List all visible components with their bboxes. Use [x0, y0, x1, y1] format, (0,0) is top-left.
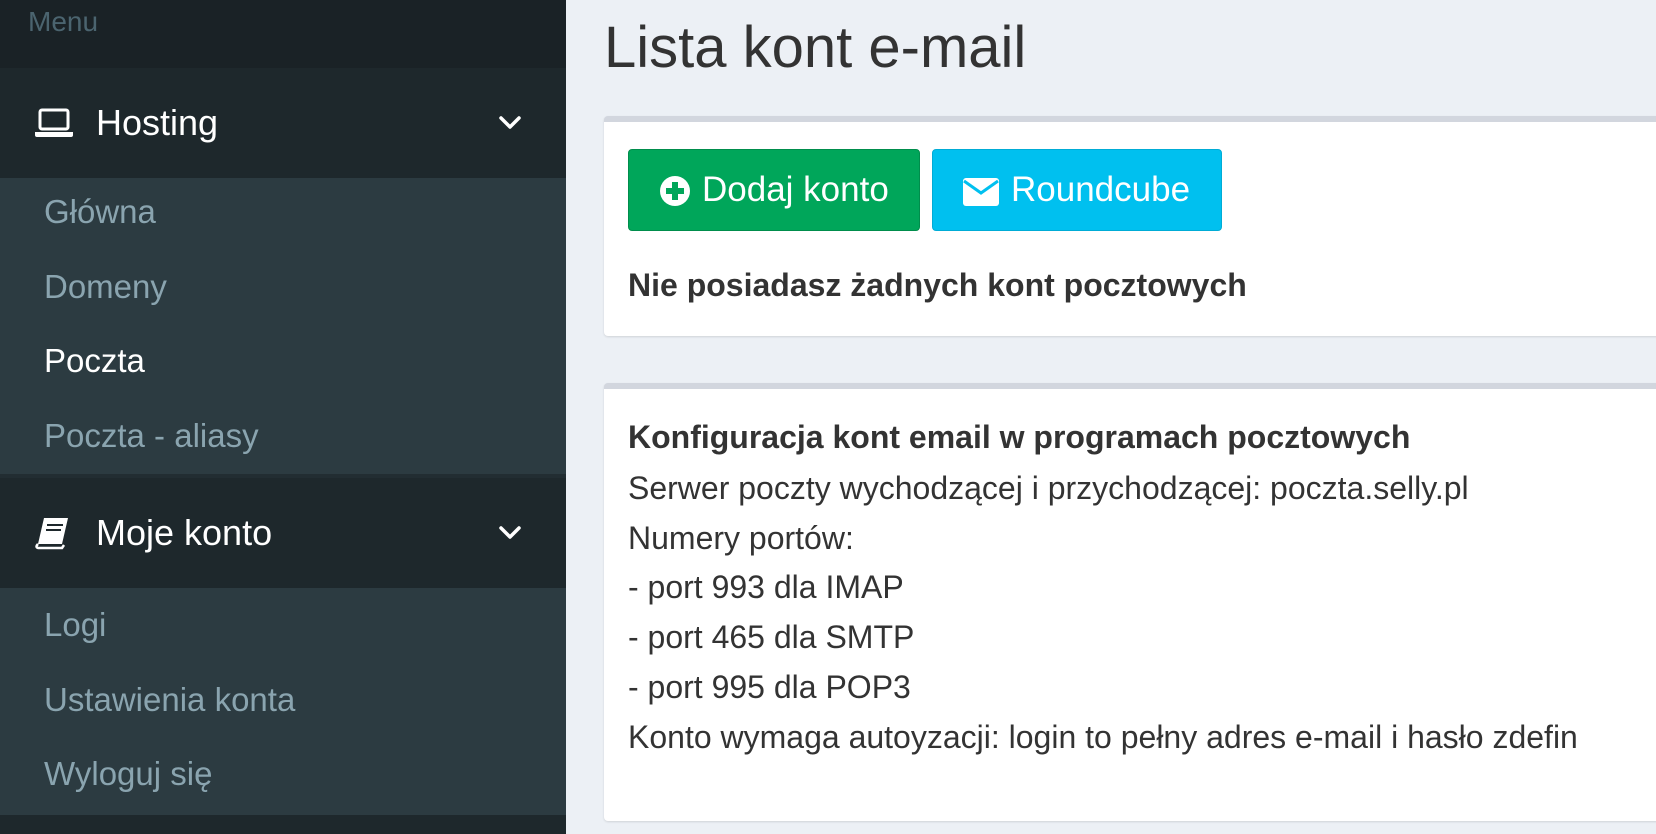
- sidebar-item-poczta[interactable]: Poczta: [44, 342, 145, 380]
- submenu-moje-konto: Logi Ustawienia konta Wyloguj się: [0, 588, 566, 815]
- plus-circle-icon: [660, 176, 690, 206]
- submenu-hosting: Główna Domeny Poczta Poczta - aliasy: [0, 178, 566, 474]
- config-line-imap: - port 993 dla IMAP: [628, 569, 904, 605]
- menu-header-label: Menu: [28, 6, 99, 37]
- no-accounts-message: Nie posiadasz żadnych kont pocztowych: [628, 267, 1247, 303]
- sidebar-item-poczta-aliasy[interactable]: Poczta - aliasy: [44, 417, 259, 455]
- roundcube-button[interactable]: Roundcube: [932, 149, 1222, 231]
- envelope-icon: [963, 178, 999, 206]
- sidebar-section-label: Moje konto: [96, 512, 273, 553]
- sidebar-item-wyloguj[interactable]: Wyloguj się: [44, 755, 212, 793]
- sidebar-section-moje-konto[interactable]: Moje konto: [0, 478, 566, 588]
- config-box: Konfiguracja kont email w programach poc…: [604, 383, 1656, 821]
- config-title: Konfiguracja kont email w programach poc…: [628, 419, 1411, 455]
- config-line-auth: Konto wymaga autoyzacji: login to pełny …: [628, 719, 1578, 755]
- add-account-button[interactable]: Dodaj konto: [628, 149, 920, 231]
- add-account-label: Dodaj konto: [702, 170, 889, 209]
- config-line-server: Serwer poczty wychodzącej i przychodzące…: [628, 470, 1469, 506]
- book-icon: [35, 518, 68, 550]
- config-line-ports-header: Numery portów:: [628, 520, 854, 556]
- chevron-down-icon: [499, 116, 521, 129]
- sidebar-footer: [0, 815, 566, 834]
- accounts-box: Dodaj konto Roundcube Nie posiadasz żadn…: [604, 116, 1656, 336]
- sidebar-item-glowna[interactable]: Główna: [44, 193, 156, 231]
- page-title: Lista kont e-mail: [604, 15, 1027, 80]
- menu-header: Menu: [0, 0, 566, 68]
- sidebar-item-ustawienia-konta[interactable]: Ustawienia konta: [44, 681, 295, 719]
- config-line-pop3: - port 995 dla POP3: [628, 669, 911, 705]
- sidebar: Menu Hosting Główna Domeny Poczta Poczta…: [0, 0, 566, 834]
- sidebar-item-logi[interactable]: Logi: [44, 606, 106, 644]
- sidebar-section-label: Hosting: [96, 102, 219, 143]
- sidebar-item-domeny[interactable]: Domeny: [44, 268, 167, 306]
- laptop-icon: [35, 108, 73, 137]
- roundcube-label: Roundcube: [1011, 170, 1191, 209]
- sidebar-section-hosting[interactable]: Hosting: [0, 68, 566, 178]
- chevron-down-icon: [499, 526, 521, 539]
- config-line-smtp: - port 465 dla SMTP: [628, 619, 915, 655]
